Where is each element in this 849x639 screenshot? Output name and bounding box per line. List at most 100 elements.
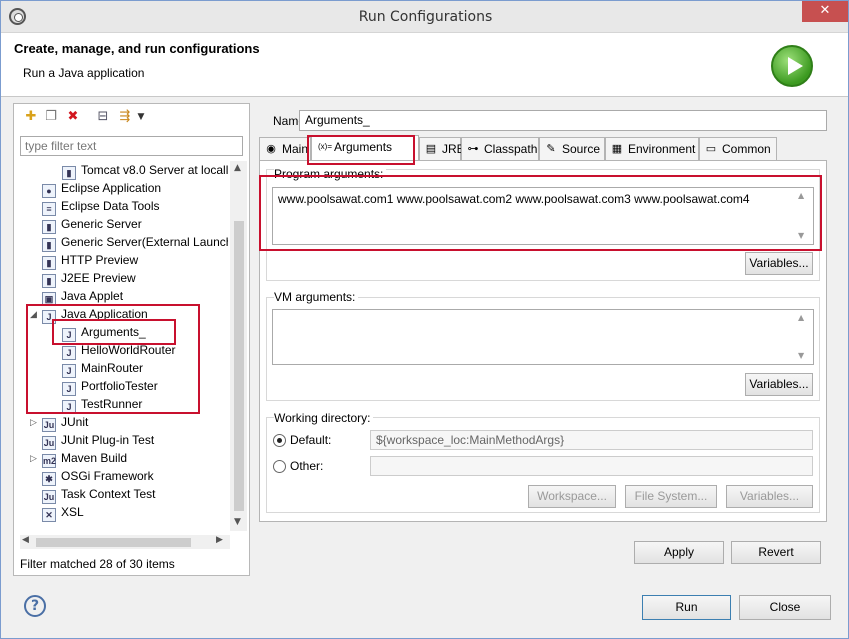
other-directory-field[interactable] <box>370 456 813 476</box>
tree-item-label: Eclipse Data Tools <box>61 199 160 213</box>
tab-common[interactable]: ▭ Common <box>699 137 777 161</box>
program-arguments-label: Program arguments: <box>274 167 387 181</box>
collapse-all-icon[interactable]: ⊟ <box>96 110 110 124</box>
window-title: Run Configurations <box>358 9 493 25</box>
apply-button[interactable]: Apply <box>634 541 724 564</box>
classpath-tab-icon: ⊶ <box>467 143 479 155</box>
tree-item[interactable]: ▮ Tomcat v8.0 Server at locall <box>62 161 228 180</box>
tree-item[interactable]: ▣ Java Applet <box>42 287 124 306</box>
xsl-icon: ✕ <box>42 508 56 522</box>
tree-item[interactable]: ▮ Generic Server(External Launch) <box>42 233 228 252</box>
run-button[interactable]: Run <box>642 595 731 620</box>
scrollbar-thumb[interactable] <box>234 221 244 511</box>
dialog-header: Create, manage, and run configurations R… <box>1 33 848 97</box>
tree-item[interactable]: ▮ HTTP Preview <box>42 251 138 270</box>
tree-item[interactable]: ▮ J2EE Preview <box>42 269 136 288</box>
tab-environment[interactable]: ▦ Environment <box>605 137 699 161</box>
tree-item[interactable]: J MainRouter <box>62 359 143 378</box>
tree-item[interactable]: ◢ J Java Application <box>30 305 148 324</box>
configuration-name-input[interactable]: Arguments_ <box>299 110 827 131</box>
new-configuration-icon[interactable]: ✚ <box>24 110 38 124</box>
configuration-tabs: ◉ Main (x)= Arguments ▤ JRE ⊶ Classpath ✎ Source ▦… <box>259 135 829 162</box>
expand-arrow-icon[interactable]: ◢ <box>30 305 37 323</box>
close-button[interactable]: Close <box>739 595 831 620</box>
other-radio[interactable] <box>273 460 286 473</box>
revert-button[interactable]: Revert <box>731 541 821 564</box>
tree-item[interactable]: ▷ m2 Maven Build <box>30 449 128 468</box>
environment-tab-icon: ▦ <box>611 143 623 155</box>
java-app-icon: J <box>62 364 76 378</box>
tab-label: Environment <box>628 142 696 156</box>
tab-label: Arguments <box>334 140 393 154</box>
collapse-arrow-icon[interactable]: ▷ <box>30 413 37 431</box>
vm-arguments-textarea[interactable] <box>272 309 814 365</box>
scroll-up-icon[interactable]: ▲ <box>234 163 241 173</box>
vm-variables-button[interactable]: Variables... <box>745 373 813 396</box>
default-directory-field: ${workspace_loc:MainMethodArgs} <box>370 430 813 450</box>
tab-classpath[interactable]: ⊶ Classpath <box>461 137 539 161</box>
delete-icon[interactable]: ✖ <box>66 110 80 124</box>
arguments-tab-panel: Program arguments: www.poolsawat.com1 ww… <box>259 160 827 522</box>
scroll-down-icon[interactable]: ▼ <box>234 517 241 527</box>
configuration-editor: Name: Arguments_ ◉ Main (x)= Arguments ▤ JRE ⊶… <box>255 103 836 576</box>
scrollbar-thumb[interactable] <box>36 538 191 547</box>
tree-item-label: Java Application <box>61 307 148 321</box>
filter-input[interactable]: type filter text <box>20 136 243 156</box>
tree-item[interactable]: J PortfolioTester <box>62 377 158 396</box>
default-radio-label: Default: <box>290 433 332 447</box>
vm-arguments-label: VM arguments: <box>274 290 359 304</box>
scroll-left-icon[interactable]: ◀ <box>22 535 29 545</box>
directory-variables-button[interactable]: Variables... <box>726 485 813 508</box>
tree-item[interactable]: ✱ OSGi Framework <box>42 467 154 486</box>
tab-arguments[interactable]: (x)= Arguments <box>311 135 419 162</box>
tree-item-label: Maven Build <box>61 451 128 465</box>
dropdown-arrow-icon[interactable]: ▼ <box>134 110 148 124</box>
textarea-scroll-up-icon[interactable]: ▲ <box>798 313 823 322</box>
tab-source[interactable]: ✎ Source <box>539 137 605 161</box>
tree-item-label: OSGi Framework <box>61 469 154 483</box>
duplicate-icon[interactable]: ❐ <box>44 110 58 124</box>
java-app-icon: J <box>62 400 76 414</box>
java-app-icon: J <box>62 346 76 360</box>
program-arguments-textarea[interactable]: www.poolsawat.com1 www.poolsawat.com2 ww… <box>272 187 814 245</box>
tree-item-label: Task Context Test <box>61 487 156 501</box>
server-icon: ▮ <box>42 220 56 234</box>
default-radio[interactable] <box>273 434 286 447</box>
close-window-button[interactable]: ✕ <box>802 1 848 22</box>
tree-horizontal-scrollbar[interactable]: ◀ ▶ <box>20 535 230 549</box>
tree-vertical-scrollbar[interactable]: ▲ ▼ <box>230 161 247 531</box>
server-icon: ▮ <box>62 166 76 180</box>
program-variables-button[interactable]: Variables... <box>745 252 813 275</box>
textarea-scroll-down-icon[interactable]: ▼ <box>798 231 823 240</box>
tab-label: Classpath <box>484 142 538 156</box>
tree-item[interactable]: J TestRunner <box>62 395 142 414</box>
textarea-scroll-down-icon[interactable]: ▼ <box>798 351 823 360</box>
tab-main[interactable]: ◉ Main <box>259 137 311 161</box>
tree-item-label: XSL <box>61 505 84 519</box>
tree-item[interactable]: ▷ Ju JUnit <box>30 413 88 432</box>
tree-item[interactable]: ▮ Generic Server <box>42 215 142 234</box>
tree-item[interactable]: Ju Task Context Test <box>42 485 156 504</box>
scroll-right-icon[interactable]: ▶ <box>216 535 223 545</box>
tab-jre[interactable]: ▤ JRE <box>419 137 465 161</box>
tree-item[interactable]: J HelloWorldRouter <box>62 341 175 360</box>
main-tab-icon: ◉ <box>266 143 276 155</box>
tree-item[interactable]: ✕ XSL <box>42 503 84 522</box>
tab-label: Common <box>722 142 771 156</box>
workspace-button[interactable]: Workspace... <box>528 485 616 508</box>
tree-item[interactable]: ≡ Eclipse Data Tools <box>42 197 160 216</box>
tree-item-label: Java Applet <box>61 289 124 303</box>
textarea-scroll-up-icon[interactable]: ▲ <box>798 191 823 200</box>
help-icon[interactable]: ? <box>24 595 46 617</box>
tree-item[interactable]: Ju JUnit Plug-in Test <box>42 431 154 450</box>
title-bar: Run Configurations ✕ <box>1 1 848 33</box>
common-tab-icon: ▭ <box>705 143 717 155</box>
collapse-arrow-icon[interactable]: ▷ <box>30 449 37 467</box>
filter-icon[interactable]: ⇶ <box>118 110 132 124</box>
other-radio-label: Other: <box>290 459 324 473</box>
tree-item[interactable]: J Arguments_ <box>62 323 146 342</box>
applet-icon: ▣ <box>42 292 56 306</box>
file-system-button[interactable]: File System... <box>625 485 717 508</box>
tree-item[interactable]: ● Eclipse Application <box>42 179 161 198</box>
tab-label: Source <box>562 142 601 156</box>
